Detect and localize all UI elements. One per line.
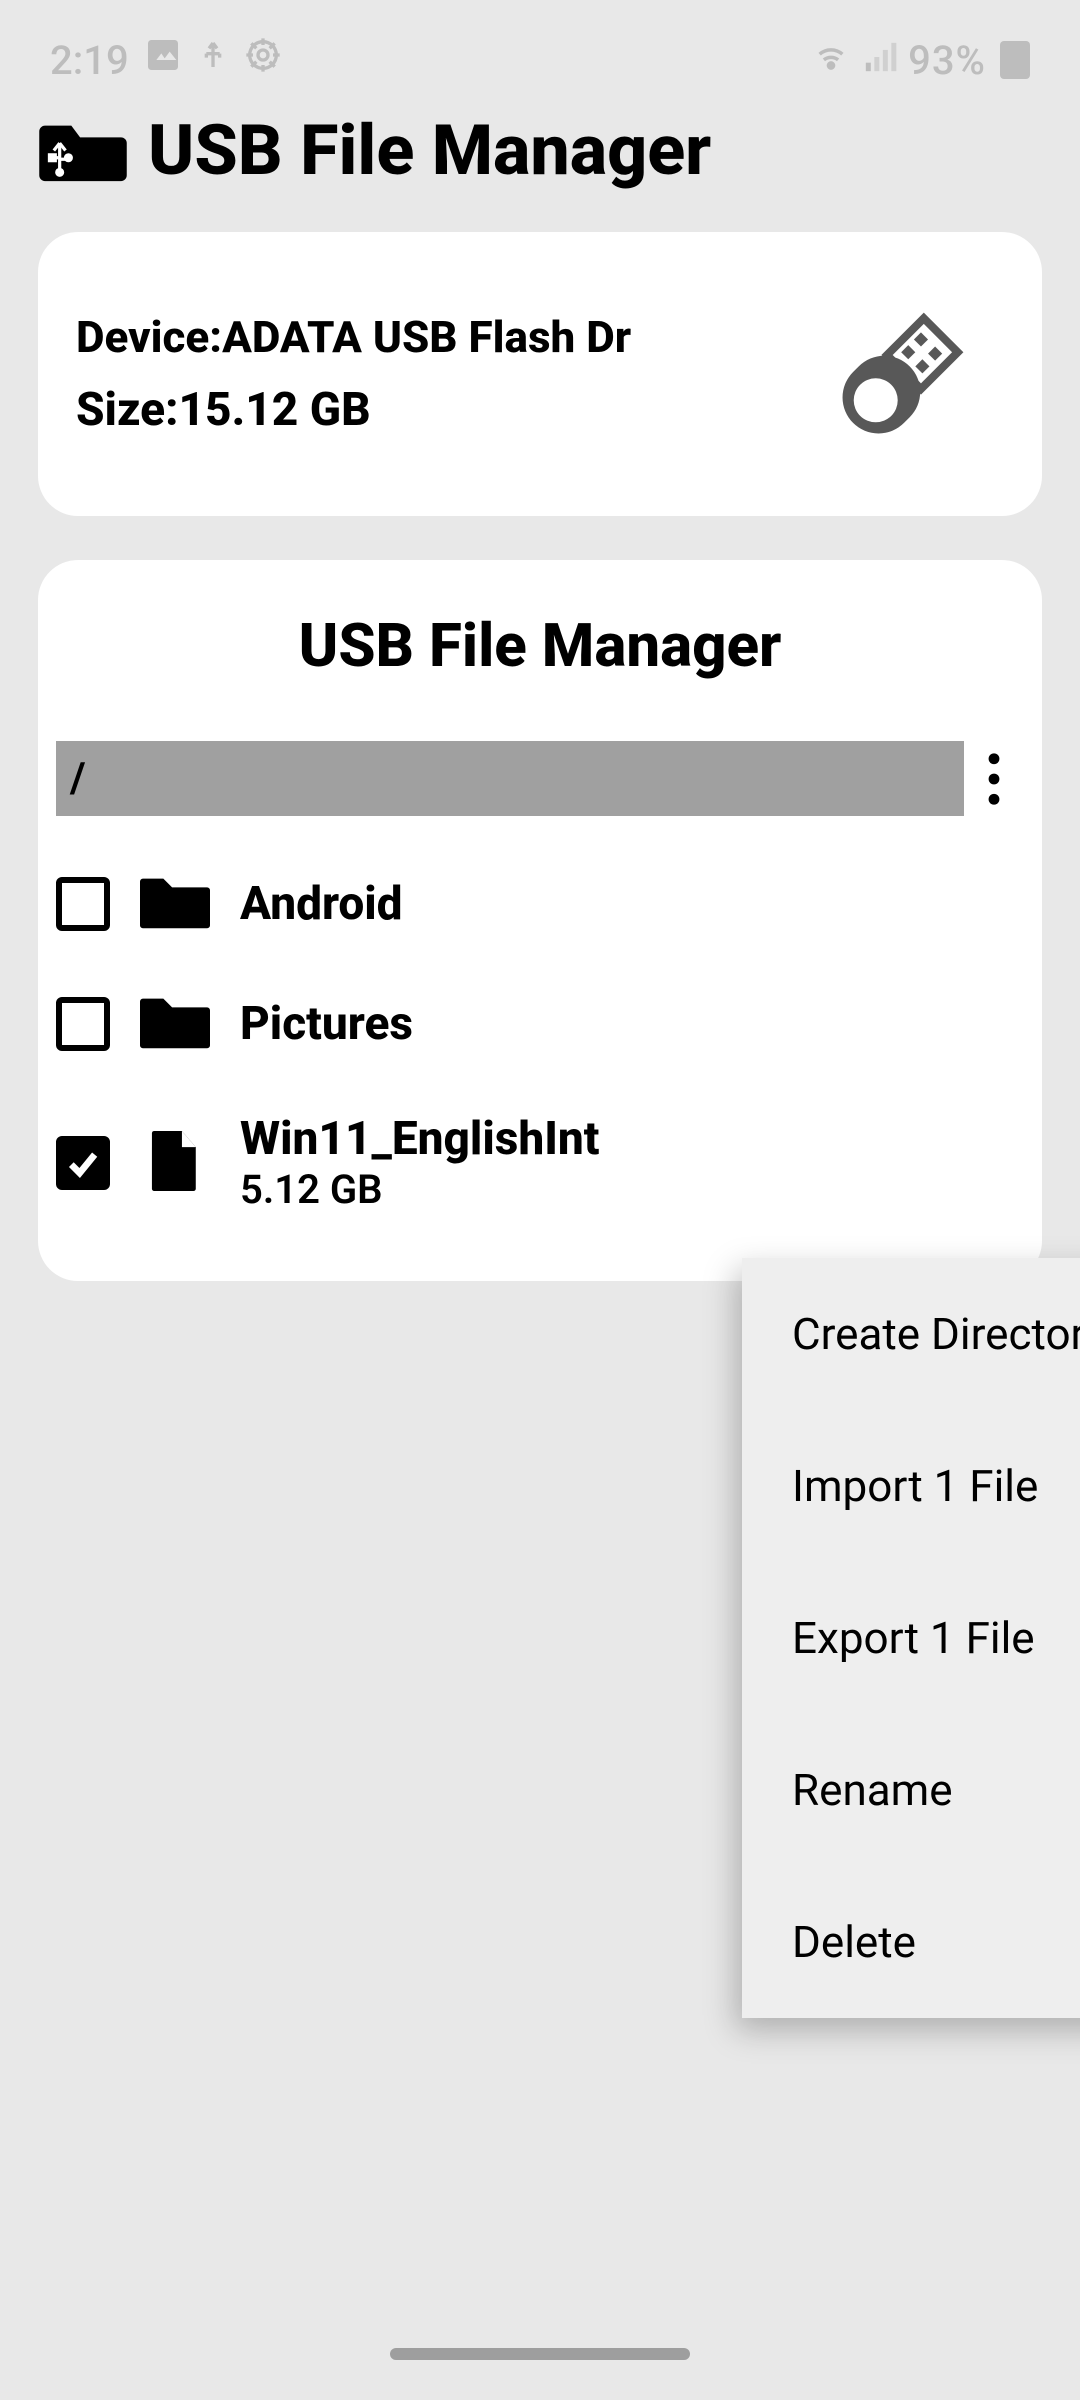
wifi-icon: [810, 37, 852, 84]
usb-drive-icon: [804, 272, 1004, 476]
path-bar[interactable]: /: [56, 741, 964, 816]
list-item[interactable]: Win11_EnglishInt 5.12 GB: [56, 1084, 1024, 1241]
menu-rename[interactable]: Rename: [742, 1714, 1080, 1866]
device-card[interactable]: Device:ADATA USB Flash Dr Size:15.12 GB: [38, 232, 1042, 516]
menu-create-directory[interactable]: Create Directory: [742, 1258, 1080, 1410]
usb-icon: [197, 35, 229, 85]
signal-icon: [862, 37, 898, 84]
menu-import[interactable]: Import 1 File: [742, 1410, 1080, 1562]
checkbox[interactable]: [56, 877, 110, 931]
folder-icon: [140, 872, 210, 936]
image-icon: [143, 35, 183, 85]
file-name: Pictures: [240, 997, 413, 1051]
folder-usb-icon: [38, 114, 128, 188]
file-panel: USB File Manager / Android Pictures: [38, 560, 1042, 1281]
context-menu: Create Directory Import 1 File Export 1 …: [742, 1258, 1080, 2018]
nav-handle[interactable]: [390, 2348, 690, 2360]
gear-icon: [243, 35, 283, 85]
statusbar-time: 2:19: [50, 37, 129, 84]
app-header: USB File Manager: [0, 100, 1080, 232]
list-item[interactable]: Android: [56, 844, 1024, 964]
device-name-row: Device:ADATA USB Flash Dr: [76, 311, 631, 363]
checkbox[interactable]: [56, 1136, 110, 1190]
checkbox[interactable]: [56, 997, 110, 1051]
menu-delete[interactable]: Delete: [742, 1866, 1080, 2018]
folder-icon: [140, 992, 210, 1056]
menu-export[interactable]: Export 1 File: [742, 1562, 1080, 1714]
file-list: Android Pictures Win11_EnglishInt 5.12 G…: [38, 816, 1042, 1241]
more-button[interactable]: [964, 752, 1024, 806]
file-name: Android: [240, 877, 403, 931]
file-icon: [140, 1131, 210, 1195]
battery-icon: [1000, 41, 1030, 79]
list-item[interactable]: Pictures: [56, 964, 1024, 1084]
panel-title: USB File Manager: [38, 600, 1042, 741]
app-title: USB File Manager: [148, 110, 711, 192]
statusbar: 2:19 93%: [0, 0, 1080, 100]
file-size: 5.12 GB: [240, 1166, 599, 1213]
battery-percent: 93%: [908, 37, 986, 84]
file-name: Win11_EnglishInt: [240, 1112, 599, 1166]
device-size-row: Size:15.12 GB: [76, 383, 631, 437]
